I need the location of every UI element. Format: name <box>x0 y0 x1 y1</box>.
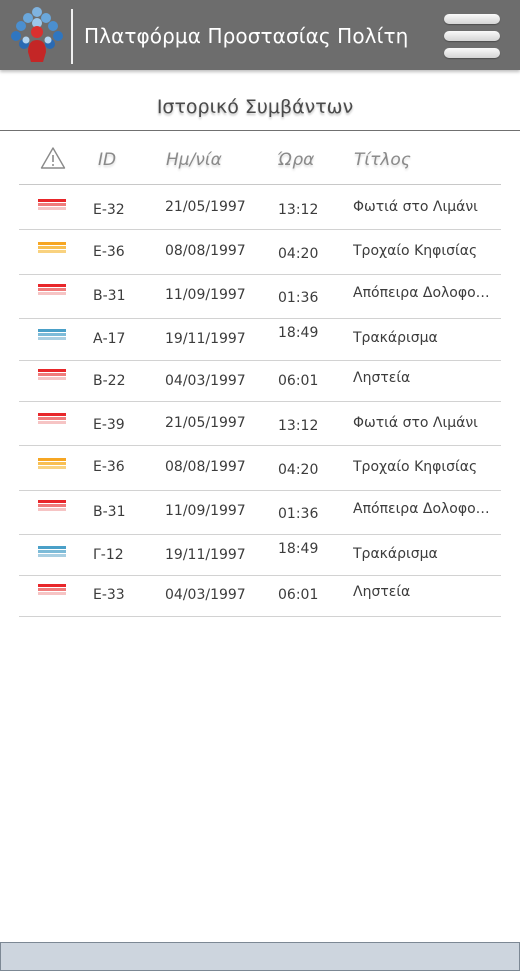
incident-time: 04:20 <box>278 246 319 262</box>
app-title: Πλατφόρμα Προστασίας Πολίτη <box>84 24 409 48</box>
severity-indicator-icon <box>38 199 66 214</box>
incident-id: Γ-12 <box>93 547 124 563</box>
table-header: ID Ημ/νία Ώρα Τίτλος <box>19 132 501 185</box>
incident-time: 04:20 <box>278 462 319 478</box>
table-row[interactable]: Β-31 11/09/1997 01:36 Απόπειρα Δολοφονίας <box>19 491 501 535</box>
severity-indicator-icon <box>38 413 66 428</box>
incident-title: Τρακάρισμα <box>353 330 438 346</box>
incident-time: 01:36 <box>278 290 319 306</box>
incident-title: Φωτιά στο Λιμάνι <box>353 199 478 215</box>
incident-id: Α-17 <box>93 331 126 347</box>
incident-time: 13:12 <box>278 418 319 434</box>
incident-title: Ληστεία <box>353 584 411 600</box>
column-header-id[interactable]: ID <box>98 150 116 170</box>
severity-indicator-icon <box>38 584 66 599</box>
incident-title: Τρακάρισμα <box>353 546 438 562</box>
alert-triangle-icon <box>40 147 66 169</box>
incident-date: 04/03/1997 <box>165 373 246 389</box>
hamburger-menu-icon[interactable] <box>442 12 502 62</box>
incident-date: 08/08/1997 <box>165 459 246 475</box>
incident-id: Ε-33 <box>93 587 125 603</box>
incident-id: Ε-39 <box>93 417 125 433</box>
severity-indicator-icon <box>38 369 66 384</box>
table-row[interactable]: Γ-12 19/11/1997 18:49 Τρακάρισμα <box>19 535 501 576</box>
table-row[interactable]: Ε-33 04/03/1997 06:01 Ληστεία <box>19 576 501 617</box>
incident-id: Ε-36 <box>93 459 125 475</box>
incident-date: 08/08/1997 <box>165 243 246 259</box>
table-row[interactable]: Β-31 11/09/1997 01:36 Απόπειρα Δολοφονίας <box>19 275 501 319</box>
page-title: Ιστορικό Συμβάντων <box>156 96 354 118</box>
incident-history-table: ID Ημ/νία Ώρα Τίτλος Ε-32 21/05/1997 13:12… <box>19 132 501 617</box>
incident-time: 01:36 <box>278 506 319 522</box>
incident-time: 06:01 <box>278 373 319 389</box>
header-divider <box>71 9 73 64</box>
incident-time: 18:49 <box>278 541 319 557</box>
incident-title: Απόπειρα Δολοφονίας <box>353 285 493 301</box>
table-row[interactable]: Ε-36 08/08/1997 04:20 Τροχαίο Κηφισίας <box>19 230 501 275</box>
column-header-title[interactable]: Τίτλος <box>354 150 411 170</box>
incident-title: Απόπειρα Δολοφονίας <box>353 501 493 517</box>
severity-indicator-icon <box>38 546 66 561</box>
incident-id: Ε-32 <box>93 202 125 218</box>
column-header-date[interactable]: Ημ/νία <box>166 150 222 170</box>
incident-title: Τροχαίο Κηφισίας <box>353 243 478 259</box>
incident-date: 19/11/1997 <box>165 547 246 563</box>
severity-indicator-icon <box>38 500 66 515</box>
incident-title: Φωτιά στο Λιμάνι <box>353 415 478 431</box>
table-row[interactable]: Ε-32 21/05/1997 13:12 Φωτιά στο Λιμάνι <box>19 185 501 230</box>
table-row[interactable]: Ε-39 21/05/1997 13:12 Φωτιά στο Λιμάνι <box>19 402 501 446</box>
incident-time: 13:12 <box>278 202 319 218</box>
column-header-time[interactable]: Ώρα <box>277 150 314 170</box>
severity-indicator-icon <box>38 242 66 257</box>
incident-date: 21/05/1997 <box>165 199 246 215</box>
severity-indicator-icon <box>38 284 66 299</box>
table-body: Ε-32 21/05/1997 13:12 Φωτιά στο Λιμάνι Ε-36 0… <box>19 185 501 617</box>
footer-bar <box>0 942 520 971</box>
incident-title: Ληστεία <box>353 370 411 386</box>
app-header: Πλατφόρμα Προστασίας Πολίτη <box>0 0 520 70</box>
title-divider <box>0 130 520 131</box>
incident-date: 11/09/1997 <box>165 503 246 519</box>
incident-id: Β-31 <box>93 504 126 520</box>
incident-title: Τροχαίο Κηφισίας <box>353 459 478 475</box>
table-row[interactable]: Β-22 04/03/1997 06:01 Ληστεία <box>19 361 501 402</box>
table-row[interactable]: Α-17 19/11/1997 18:49 Τρακάρισμα <box>19 319 501 361</box>
incident-date: 11/09/1997 <box>165 287 246 303</box>
severity-indicator-icon <box>38 458 66 473</box>
incident-date: 19/11/1997 <box>165 331 246 347</box>
incident-id: Β-22 <box>93 373 126 389</box>
incident-date: 21/05/1997 <box>165 415 246 431</box>
incident-id: Ε-36 <box>93 244 125 260</box>
severity-indicator-icon <box>38 329 66 344</box>
incident-id: Β-31 <box>93 288 126 304</box>
incident-time: 18:49 <box>278 325 319 341</box>
incident-date: 04/03/1997 <box>165 587 246 603</box>
table-row[interactable]: Ε-36 08/08/1997 04:20 Τροχαίο Κηφισίας <box>19 446 501 491</box>
people-tree-logo <box>11 7 63 62</box>
incident-time: 06:01 <box>278 587 319 603</box>
